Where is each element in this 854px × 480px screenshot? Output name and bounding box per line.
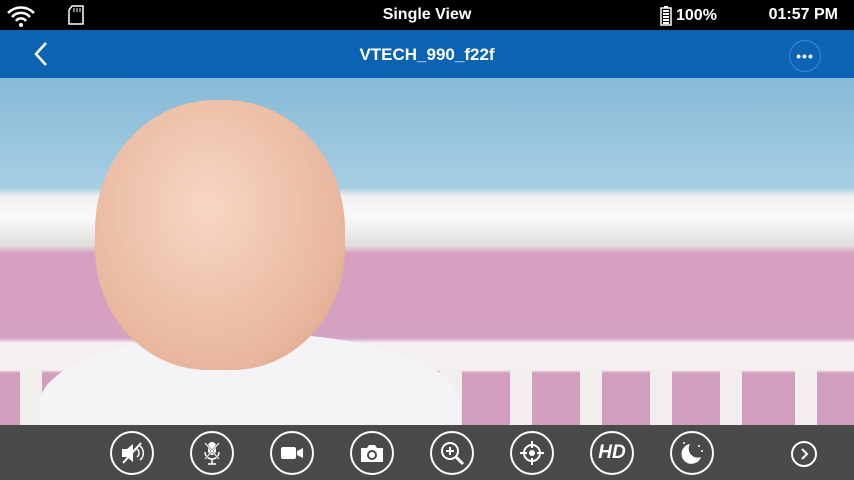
zoom-in-icon: [441, 442, 465, 466]
crib-slat: [720, 370, 742, 425]
crosshair-icon: [520, 441, 544, 465]
clock: 01:57 PM: [768, 6, 838, 23]
crib-slat: [795, 370, 817, 425]
speaker-mute-icon: [122, 442, 145, 464]
header-bar: VTECH_990_f22f •••: [0, 30, 854, 78]
status-bar: Single View 100% 01:57 PM: [0, 0, 854, 30]
pan-tilt-button[interactable]: [510, 431, 554, 475]
next-button[interactable]: [791, 441, 817, 467]
screen-title: Single View: [382, 6, 472, 23]
microphone-mute-button[interactable]: [190, 431, 234, 475]
battery-status: 100%: [660, 6, 717, 26]
camera-video-feed[interactable]: [0, 78, 854, 425]
night-mode-button[interactable]: [670, 431, 714, 475]
moon-icon: [681, 442, 703, 464]
camera-icon: [361, 445, 383, 462]
crib-slat: [650, 370, 672, 425]
crib-slat: [20, 370, 42, 425]
speaker-mute-button[interactable]: [110, 431, 154, 475]
zoom-in-button[interactable]: [430, 431, 474, 475]
battery-icon: [660, 6, 672, 26]
more-horizontal-icon: •••: [796, 48, 814, 64]
record-video-button[interactable]: [270, 431, 314, 475]
device-name: VTECH_990_f22f: [359, 45, 495, 64]
hd-quality-button[interactable]: HD: [590, 431, 634, 475]
snapshot-button[interactable]: [350, 431, 394, 475]
more-options-button[interactable]: •••: [789, 40, 821, 72]
control-toolbar: HD: [0, 425, 854, 480]
microphone-mute-icon: [204, 442, 220, 465]
hd-icon: HD: [598, 442, 626, 463]
video-camera-icon: [281, 447, 303, 459]
battery-percent: 100%: [676, 7, 717, 24]
chevron-right-icon: [801, 448, 809, 460]
crib-slat: [510, 370, 532, 425]
baby-face: [95, 100, 345, 370]
crib-slat: [580, 370, 602, 425]
